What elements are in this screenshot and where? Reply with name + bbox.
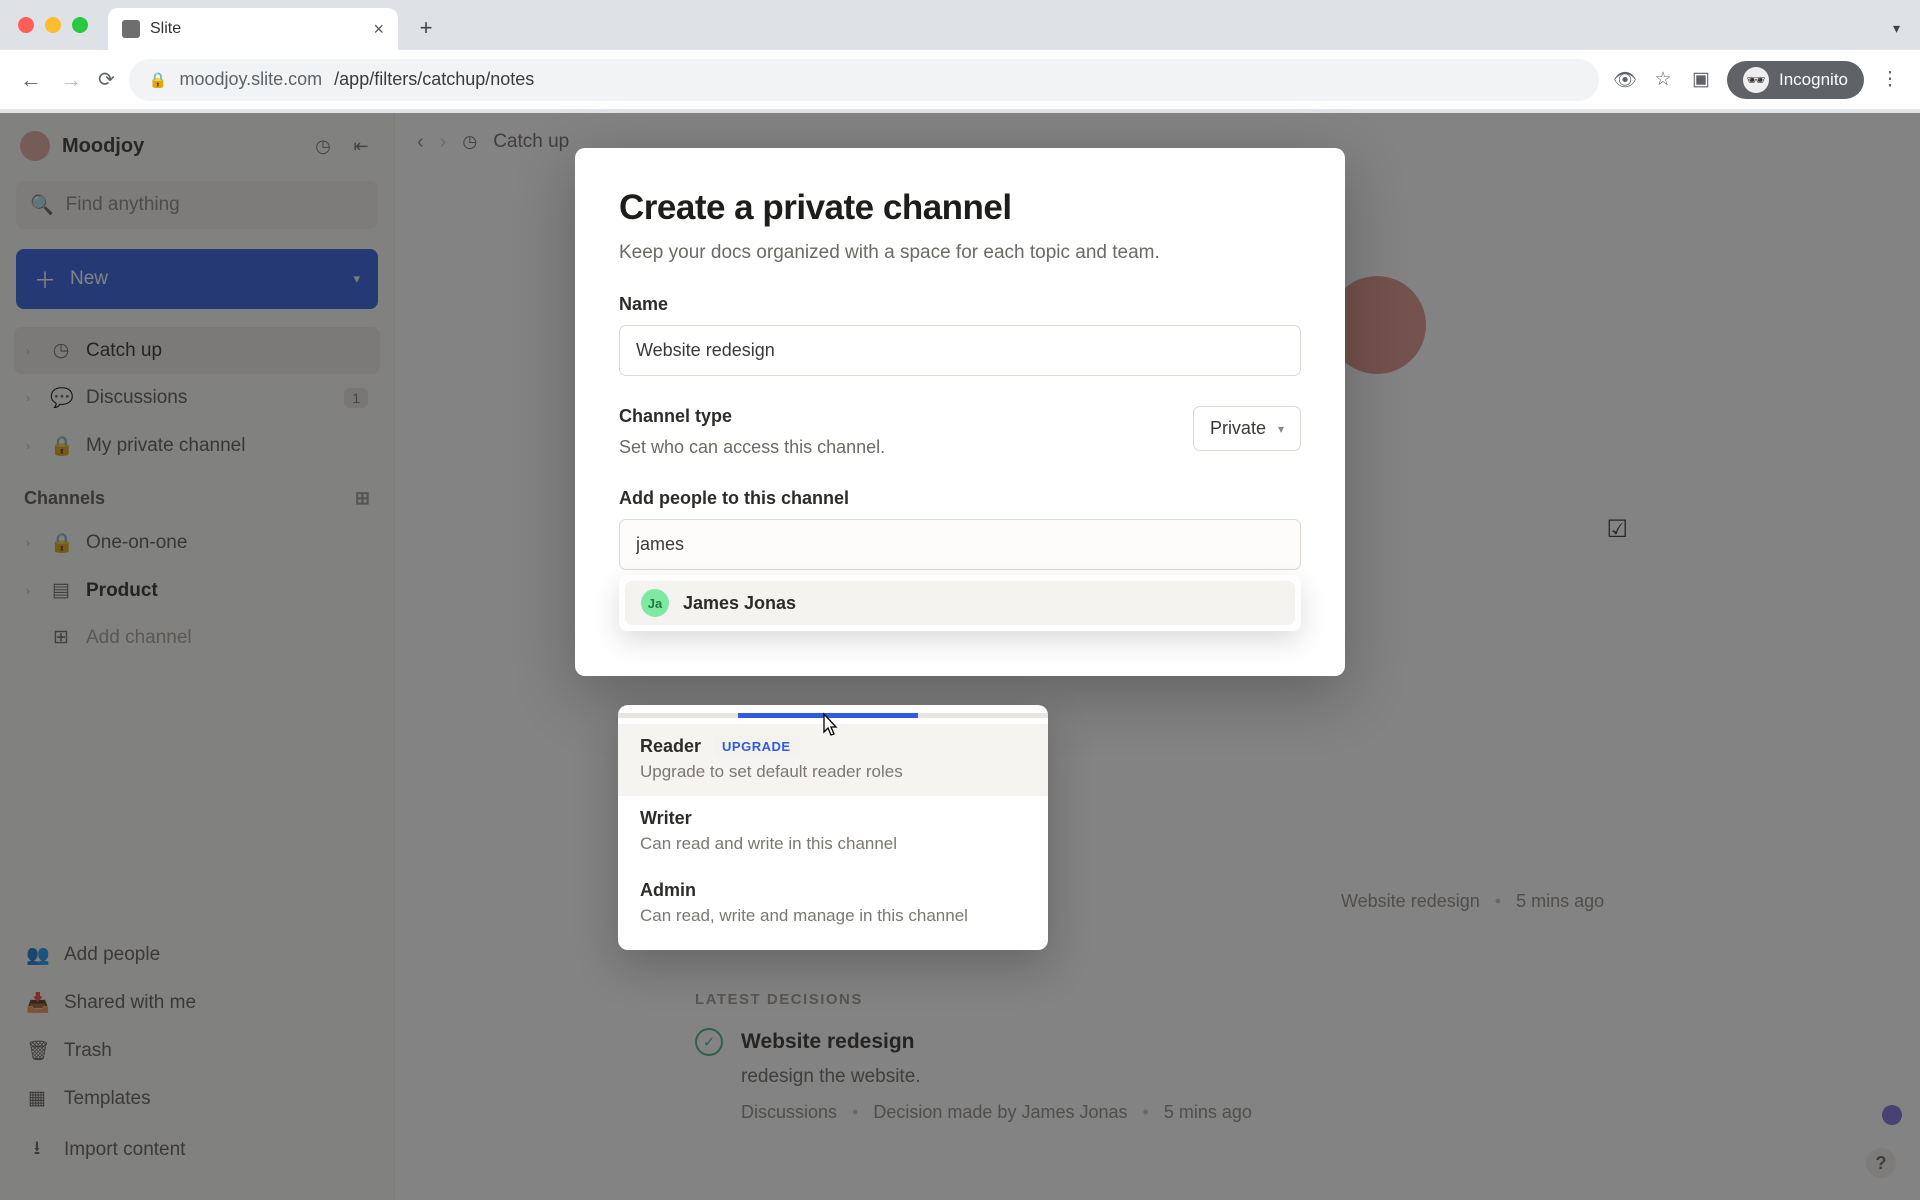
channel-type-desc: Set who can access this channel. xyxy=(619,437,885,458)
url-host: moodjoy.slite.com xyxy=(179,69,322,90)
channel-type-value: Private xyxy=(1210,418,1266,439)
upgrade-badge: UPGRADE xyxy=(713,736,800,757)
name-label: Name xyxy=(619,294,1301,315)
bookmark-star-icon[interactable]: ☆ xyxy=(1651,68,1675,91)
nav-forward-icon: → xyxy=(58,67,84,93)
url-path: /app/filters/catchup/notes xyxy=(334,69,534,90)
kebab-menu-icon[interactable]: ⋮ xyxy=(1878,68,1902,91)
cursor-pointer-icon xyxy=(818,712,838,738)
people-search-input[interactable] xyxy=(619,519,1301,570)
channel-type-select[interactable]: Private ▾ xyxy=(1193,406,1301,451)
role-title: Reader xyxy=(640,736,701,757)
role-desc: Can read and write in this channel xyxy=(640,834,1026,854)
address-bar: ← → ⟳ 🔒 moodjoy.slite.com/app/filters/ca… xyxy=(0,50,1920,110)
role-option-writer[interactable]: Writer Can read and write in this channe… xyxy=(618,796,1048,868)
people-suggestion[interactable]: Ja James Jonas xyxy=(619,575,1301,631)
role-desc: Can read, write and manage in this chann… xyxy=(640,906,1026,926)
role-desc: Upgrade to set default reader roles xyxy=(640,762,1026,782)
role-option-admin[interactable]: Admin Can read, write and manage in this… xyxy=(618,868,1048,940)
chevron-down-icon: ▾ xyxy=(1278,422,1284,436)
browser-tab[interactable]: Slite × xyxy=(108,8,398,50)
browser-chrome: Slite × + ▾ ← → ⟳ 🔒 moodjoy.slite.com/ap… xyxy=(0,0,1920,113)
tab-title: Slite xyxy=(150,20,363,38)
role-title: Admin xyxy=(640,880,1026,901)
url-field[interactable]: 🔒 moodjoy.slite.com/app/filters/catchup/… xyxy=(129,59,1599,101)
window-close-dot[interactable] xyxy=(18,17,34,33)
incognito-badge[interactable]: 🕶 Incognito xyxy=(1727,61,1864,99)
create-channel-modal: Create a private channel Keep your docs … xyxy=(575,148,1345,676)
traffic-lights xyxy=(18,17,88,33)
tab-close-icon[interactable]: × xyxy=(373,19,384,40)
window-minimize-dot[interactable] xyxy=(45,17,61,33)
tabs-overflow-icon[interactable]: ▾ xyxy=(1893,20,1900,37)
add-people-label: Add people to this channel xyxy=(619,488,1301,509)
new-tab-button[interactable]: + xyxy=(408,10,444,46)
window-zoom-dot[interactable] xyxy=(72,17,88,33)
tab-favicon xyxy=(122,20,140,38)
suggestion-avatar: Ja xyxy=(641,589,669,617)
role-title: Writer xyxy=(640,808,1026,829)
extensions-icon[interactable]: ▣ xyxy=(1689,68,1713,91)
role-popover: Reader UPGRADE Upgrade to set default re… xyxy=(618,705,1048,950)
modal-title: Create a private channel xyxy=(619,188,1301,228)
reload-icon[interactable]: ⟳ xyxy=(98,67,115,92)
channel-name-input[interactable] xyxy=(619,325,1301,376)
incognito-avatar-icon: 🕶 xyxy=(1743,67,1769,93)
lock-icon: 🔒 xyxy=(149,71,168,89)
modal-subtitle: Keep your docs organized with a space fo… xyxy=(619,242,1301,264)
suggestion-name: James Jonas xyxy=(683,593,796,614)
channel-type-label: Channel type xyxy=(619,406,885,427)
tab-bar: Slite × + ▾ xyxy=(0,0,1920,50)
eye-off-icon[interactable]: 👁 xyxy=(1613,68,1637,92)
incognito-label: Incognito xyxy=(1779,70,1848,90)
nav-back-icon[interactable]: ← xyxy=(18,67,44,93)
